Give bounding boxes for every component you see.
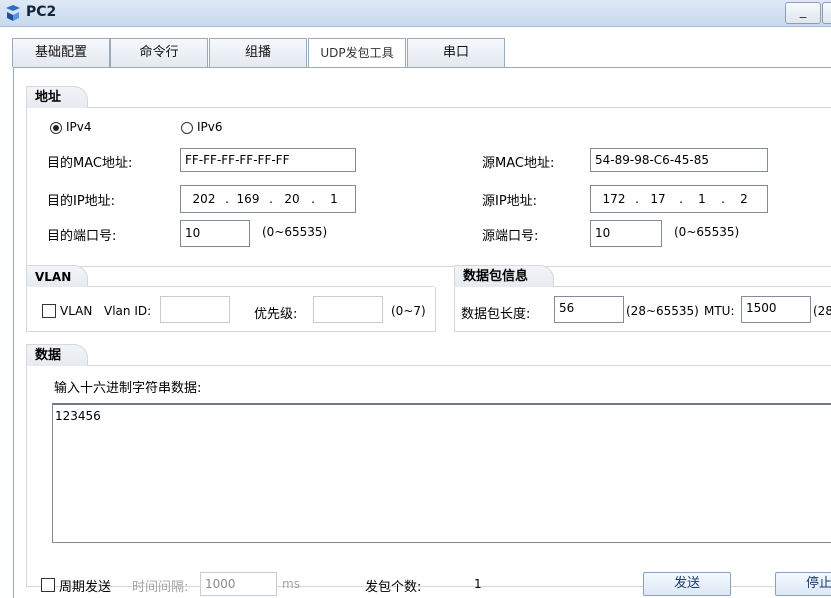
window-title: PC2	[26, 4, 57, 20]
ip-dot: .	[225, 192, 229, 206]
udp-tool-panel: 地址 IPv4 IPv6 目的MAC地址: FF-FF-FF-FF-FF-FF …	[13, 67, 831, 598]
packet-info-group-header: 数据包信息	[454, 265, 554, 287]
pc-app-icon	[6, 5, 20, 21]
ip-dot: .	[269, 192, 273, 206]
tab-multicast[interactable]: 组播	[209, 38, 307, 67]
src-ip-input[interactable]: 172 . 17 . 1 . 2	[590, 185, 768, 213]
maximize-button[interactable]	[822, 2, 831, 24]
vlan-checkbox-label: VLAN	[60, 304, 93, 318]
address-group-header: 地址	[26, 86, 88, 108]
ip-dot: .	[311, 192, 315, 206]
mtu-input[interactable]: 1500	[741, 296, 811, 323]
dst-mac-label: 目的MAC地址:	[47, 156, 133, 171]
ipv4-radio[interactable]	[50, 122, 62, 134]
mtu-range: (28	[813, 304, 831, 318]
ip-dot: .	[721, 192, 725, 206]
priority-label: 优先级:	[254, 307, 298, 322]
mtu-label: MTU:	[704, 304, 735, 318]
dst-mac-input[interactable]: FF-FF-FF-FF-FF-FF	[180, 148, 356, 172]
packet-count-label: 发包个数:	[365, 580, 422, 595]
dst-ip-label: 目的IP地址:	[47, 194, 116, 209]
hex-data-prompt: 输入十六进制字符串数据:	[54, 381, 202, 396]
tab-serial[interactable]: 串口	[407, 38, 505, 67]
send-button[interactable]: 发送	[643, 572, 731, 596]
packet-length-input[interactable]: 56	[554, 296, 624, 323]
priority-input[interactable]	[313, 296, 383, 323]
dst-ip-octet-2: 169	[236, 192, 260, 206]
src-ip-octet-3: 1	[698, 192, 706, 206]
stop-button[interactable]: 停止	[775, 572, 831, 596]
vlan-group-header: VLAN	[26, 265, 88, 287]
ip-dot: .	[635, 192, 639, 206]
dst-port-input[interactable]: 10	[180, 220, 250, 247]
ipv6-radio[interactable]	[181, 122, 193, 134]
packet-count-value: 1	[474, 577, 482, 591]
window-body: 基础配置 命令行 组播 UDP发包工具 串口 地址 IPv4 IPv6 目的MA…	[0, 27, 831, 598]
hex-data-textarea[interactable]: 123456	[52, 403, 831, 543]
periodic-send-checkbox[interactable]	[41, 578, 55, 592]
periodic-send-label: 周期发送	[59, 580, 112, 595]
tab-basic-config[interactable]: 基础配置	[12, 38, 110, 67]
dst-ip-octet-3: 20	[284, 192, 300, 206]
packet-length-range: (28~65535)	[626, 304, 699, 318]
src-ip-octet-1: 172	[602, 192, 626, 206]
src-mac-label: 源MAC地址:	[482, 156, 555, 171]
vlan-checkbox[interactable]	[42, 304, 56, 318]
src-ip-octet-4: 2	[740, 192, 748, 206]
dst-port-label: 目的端口号:	[47, 229, 117, 244]
src-port-label: 源端口号:	[482, 229, 539, 244]
tab-command-line[interactable]: 命令行	[110, 38, 208, 67]
vlan-id-label: Vlan ID:	[104, 304, 152, 318]
src-ip-label: 源IP地址:	[482, 194, 538, 209]
interval-input[interactable]: 1000	[200, 572, 277, 596]
dst-ip-input[interactable]: 202 . 169 . 20 . 1	[180, 185, 356, 213]
interval-unit: ms	[282, 577, 300, 591]
priority-range: (0~7)	[391, 304, 426, 318]
src-port-input[interactable]: 10	[590, 220, 662, 247]
dst-port-range: (0~65535)	[262, 225, 328, 239]
ipv6-label: IPv6	[197, 120, 223, 134]
src-mac-input[interactable]: 54-89-98-C6-45-85	[590, 148, 768, 172]
title-bar: PC2 _	[0, 0, 831, 27]
ipv4-label: IPv4	[66, 120, 92, 134]
vlan-id-input[interactable]	[160, 296, 230, 323]
dst-ip-octet-4: 1	[330, 192, 338, 206]
minimize-button[interactable]: _	[785, 2, 821, 24]
packet-length-label: 数据包长度:	[461, 307, 531, 322]
interval-label: 时间间隔:	[132, 580, 189, 595]
src-port-range: (0~65535)	[674, 225, 740, 239]
data-group-header: 数据	[26, 344, 88, 366]
dst-ip-octet-1: 202	[192, 192, 216, 206]
tab-udp-tool[interactable]: UDP发包工具	[308, 38, 406, 69]
ip-dot: .	[679, 192, 683, 206]
src-ip-octet-2: 17	[650, 192, 666, 206]
